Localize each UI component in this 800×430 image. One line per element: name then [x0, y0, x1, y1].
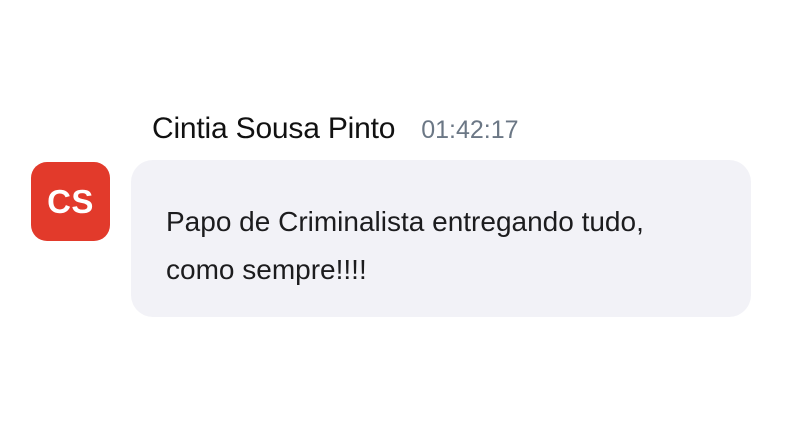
avatar[interactable]: CS [31, 162, 110, 241]
chat-message: CS Cintia Sousa Pinto 01:42:17 Papo de C… [0, 0, 800, 430]
sender-name[interactable]: Cintia Sousa Pinto [152, 112, 395, 146]
message-timestamp: 01:42:17 [421, 116, 519, 144]
message-bubble[interactable]: Papo de Criminalista entregando tudo, co… [131, 160, 751, 317]
message-text: Papo de Criminalista entregando tudo, co… [166, 206, 644, 285]
message-header: Cintia Sousa Pinto 01:42:17 [152, 112, 519, 146]
avatar-initials: CS [47, 182, 94, 220]
